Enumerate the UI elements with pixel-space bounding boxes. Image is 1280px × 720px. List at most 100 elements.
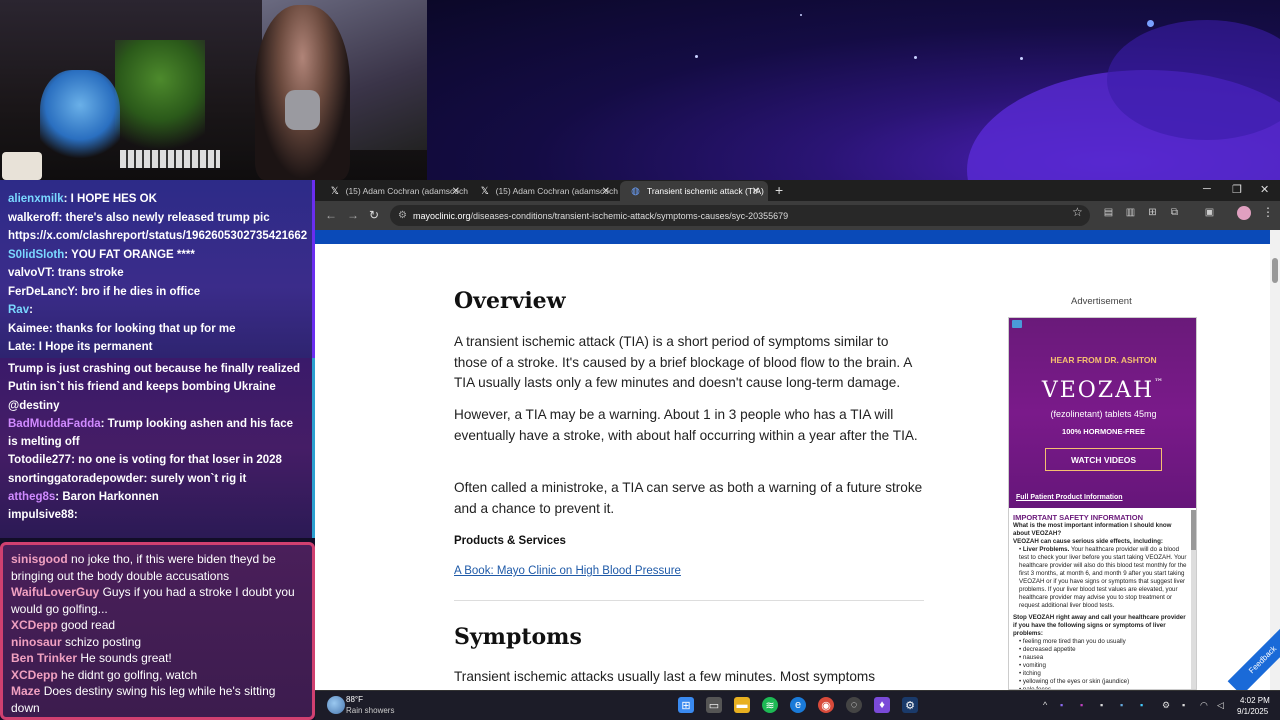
tray-chevron-icon[interactable]: ^ xyxy=(1043,700,1047,710)
reload-icon[interactable]: ↻ xyxy=(369,208,379,222)
address-bar[interactable]: ⚙ mayoclinic.org/diseases-conditions/tra… xyxy=(390,205,1090,226)
obs-icon[interactable]: ◌ xyxy=(846,697,862,713)
overview-heading: Overview xyxy=(454,288,566,314)
chat-username[interactable]: Late xyxy=(8,341,32,353)
weather-description[interactable]: Rain showers xyxy=(346,706,394,715)
start-icon[interactable]: ⊞ xyxy=(678,697,694,713)
extension-icon[interactable]: ▥ xyxy=(1124,207,1137,220)
chat-list: Trump is just crashing out because he fi… xyxy=(8,358,304,525)
close-window-icon[interactable]: ✕ xyxy=(1260,183,1269,196)
webcam-keyboard xyxy=(120,150,220,168)
ad-hormone-free: 100% HORMONE-FREE xyxy=(1062,427,1145,436)
chat-message: sinisgood no joke tho, if this were bide… xyxy=(11,551,304,584)
extensions-puzzle-icon[interactable]: ⧉ xyxy=(1168,207,1181,220)
background-star xyxy=(1147,20,1154,27)
chat-message: S0lidSloth: YOU FAT ORANGE **** xyxy=(8,246,304,265)
app-icon[interactable]: ♦ xyxy=(874,697,890,713)
chrome-icon[interactable]: ◉ xyxy=(818,697,834,713)
browser-menu-icon[interactable]: ⋮ xyxy=(1262,205,1274,219)
tray-app-icon[interactable]: ▪ xyxy=(1060,700,1063,710)
maximize-icon[interactable]: ❐ xyxy=(1232,183,1242,196)
chat-text: Baron Harkonnen xyxy=(62,491,159,504)
isi-list-text: itching xyxy=(1022,670,1041,677)
book-link[interactable]: A Book: Mayo Clinic on High Blood Pressu… xyxy=(454,565,681,577)
chat-panel-top: alienxmilk: I HOPE HES OK walkeroff: ther… xyxy=(0,180,315,358)
chat-separator: : xyxy=(29,304,33,316)
chat-username[interactable]: XCDepp xyxy=(11,668,58,682)
isi-liver: • Liver Problems. Your healthcare provid… xyxy=(1019,546,1187,609)
site-info-icon[interactable]: ⚙ xyxy=(398,210,407,221)
tray-app-icon[interactable]: ▪ xyxy=(1100,700,1103,710)
chat-username[interactable]: Rav xyxy=(8,304,29,316)
spotify-icon[interactable]: ≋ xyxy=(762,697,778,713)
ad-scrollbar-thumb[interactable] xyxy=(1191,510,1196,550)
chat-username[interactable]: XCDepp xyxy=(11,618,58,632)
extension-icon[interactable]: ▤ xyxy=(1102,207,1115,220)
chat-message: Late: I Hope its permanent xyxy=(8,338,304,357)
page-scrollbar[interactable] xyxy=(1270,230,1280,690)
task-view-icon[interactable]: ▭ xyxy=(706,697,722,713)
close-tab-icon[interactable]: ✕ xyxy=(602,186,610,197)
ad-banner[interactable]: HEAR FROM DR. ASHTON VEOZAH™ (fezolineta… xyxy=(1009,318,1196,508)
chat-username[interactable]: impulsive88 xyxy=(8,509,74,521)
background-star xyxy=(1020,57,1023,60)
chat-message: Ben Trinker He sounds great! xyxy=(11,650,304,667)
browser-tab-active[interactable]: ◍ Transient ischemic attack (TIA) ✕ xyxy=(620,181,768,201)
chat-username[interactable]: S0lidSloth xyxy=(8,249,64,261)
weather-icon[interactable] xyxy=(327,696,345,714)
clock-time[interactable]: 4:02 PM xyxy=(1240,696,1270,705)
isi-list-text: yellowing of the eyes or skin (jaundice) xyxy=(1022,678,1130,685)
chat-username[interactable]: alienxmilk xyxy=(8,193,64,205)
tray-app-icon[interactable]: ▪ xyxy=(1120,700,1123,710)
advertisement[interactable]: HEAR FROM DR. ASHTON VEOZAH™ (fezolineta… xyxy=(1008,317,1197,690)
chat-username[interactable]: attheg8s xyxy=(8,491,55,503)
minimize-icon[interactable]: ─ xyxy=(1203,183,1211,195)
forward-icon[interactable]: → xyxy=(347,208,359,222)
steam-icon[interactable]: ⚙ xyxy=(902,697,918,713)
chat-username[interactable]: snortinggatoradepowder xyxy=(8,473,143,485)
divider xyxy=(454,600,924,601)
background-star xyxy=(695,55,698,58)
chat-username[interactable]: Totodile277 xyxy=(8,454,71,466)
clock-date[interactable]: 9/1/2025 xyxy=(1237,707,1268,716)
chat-username[interactable]: walkeroff xyxy=(8,212,59,224)
browser-tab-2[interactable]: 𝕏 (15) Adam Cochran (adamscoch ✕ xyxy=(470,181,618,201)
scrollbar-thumb[interactable] xyxy=(1272,258,1278,283)
full-prescribing-info-link[interactable]: Full Patient Product Information xyxy=(1016,494,1123,501)
weather-temperature[interactable]: 88°F xyxy=(346,695,363,704)
new-tab-icon[interactable]: + xyxy=(775,182,783,198)
file-explorer-icon[interactable]: ▬ xyxy=(734,697,750,713)
chat-username[interactable]: valvoVT xyxy=(8,267,51,279)
wifi-icon[interactable]: ◠ xyxy=(1200,700,1208,711)
chat-username[interactable]: Kaimee xyxy=(8,323,49,335)
browser-tab-1[interactable]: 𝕏 (15) Adam Cochran (adamscoch ✕ xyxy=(320,181,468,201)
profile-avatar[interactable] xyxy=(1237,206,1251,220)
volume-icon[interactable]: ◁ xyxy=(1217,700,1224,711)
chat-username[interactable]: BadMuddaFadda xyxy=(8,418,101,430)
watch-videos-button[interactable]: WATCH VIDEOS xyxy=(1045,448,1162,471)
edge-icon[interactable]: e xyxy=(790,697,806,713)
ad-scrollbar[interactable] xyxy=(1191,510,1196,689)
screen: alienxmilk: I HOPE HES OK walkeroff: ther… xyxy=(0,0,1280,720)
chat-username[interactable]: FerDeLancY xyxy=(8,286,74,298)
chat-username[interactable]: sinisgood xyxy=(11,552,68,566)
side-panel-icon[interactable]: ▣ xyxy=(1203,207,1216,220)
tray-app-icon[interactable]: ▪ xyxy=(1182,700,1185,710)
chat-message: https://x.com/clashreport/status/1962605… xyxy=(8,227,307,246)
chat-username[interactable]: WaifuLoverGuy xyxy=(11,585,99,599)
close-tab-icon[interactable]: ✕ xyxy=(452,186,460,197)
bookmark-star-icon[interactable]: ☆ xyxy=(1072,205,1083,219)
ad-choices-icon[interactable] xyxy=(1012,320,1022,328)
isi-title: IMPORTANT SAFETY INFORMATION xyxy=(1013,513,1143,522)
chat-username[interactable]: Ben Trinker xyxy=(11,651,77,665)
tray-app-icon[interactable]: ▪ xyxy=(1140,700,1143,710)
webcam-figurine xyxy=(40,70,120,170)
chat-username[interactable]: ninosaur xyxy=(11,635,62,649)
tray-gear-icon[interactable]: ⚙ xyxy=(1162,700,1170,711)
back-icon[interactable]: ← xyxy=(325,208,337,222)
close-tab-icon[interactable]: ✕ xyxy=(752,186,760,197)
extension-icon[interactable]: ⊞ xyxy=(1146,207,1159,220)
chat-username[interactable]: Maze xyxy=(11,684,40,698)
tray-app-icon[interactable]: ▪ xyxy=(1080,700,1083,710)
chat-message: Totodile277: no one is voting for that l… xyxy=(8,451,304,469)
